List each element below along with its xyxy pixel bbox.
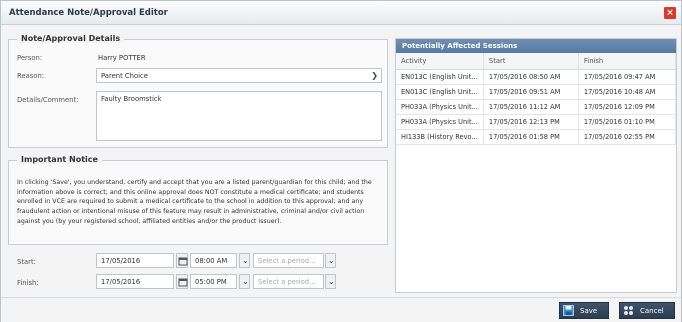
person-value: Harry POTTER: [98, 54, 146, 62]
reason-select[interactable]: Parent Choice ❯: [96, 68, 382, 83]
table-row[interactable]: EN013C (English Unit... 17/05/2016 08:50…: [396, 69, 677, 85]
activity-cell: EN013C (English Unit...: [396, 84, 484, 100]
start-period-select[interactable]: Select a period...: [253, 253, 324, 268]
note-details-legend: Note/Approval Details: [17, 34, 125, 43]
reason-label: Reason:: [17, 72, 45, 80]
start-period-placeholder: Select a period...: [258, 257, 316, 265]
start-cell: 17/05/2016 01:58 PM: [483, 129, 579, 145]
calendar-icon[interactable]: [176, 274, 188, 289]
finish-date-value: 17/05/2016: [101, 278, 141, 286]
table-row[interactable]: PH033A (Physics Unit... 17/05/2016 11:12…: [396, 99, 677, 115]
activity-cell: PH033A (Physics Unit...: [396, 99, 484, 115]
important-notice-text: In clicking 'Save', you understand, cert…: [17, 179, 372, 225]
chevron-down-icon[interactable]: ⌄: [239, 253, 250, 268]
close-icon[interactable]: ×: [664, 7, 676, 19]
table-row[interactable]: EN013C (English Unit... 17/05/2016 09:51…: [396, 84, 677, 100]
calendar-icon[interactable]: [176, 253, 188, 268]
important-notice-section: Important Notice In clicking 'Save', you…: [8, 155, 388, 245]
title-bar: Attendance Note/Approval Editor ×: [1, 1, 681, 25]
important-notice-legend: Important Notice: [17, 155, 102, 164]
activity-cell: HI133B (History Revo...: [396, 129, 484, 145]
finish-label: Finish:: [17, 279, 39, 287]
finish-cell: 17/05/2016 09:47 AM: [578, 69, 677, 85]
chevron-down-icon: ❯: [371, 71, 378, 80]
finish-cell: 17/05/2016 10:48 AM: [578, 84, 677, 100]
save-button[interactable]: Save: [559, 302, 609, 319]
activity-cell: PH033A (Physics Unit...: [396, 114, 484, 130]
chevron-down-icon[interactable]: ⌄: [325, 274, 336, 289]
details-value: Faulty Broomstick: [101, 95, 162, 103]
cancel-button[interactable]: Cancel: [619, 302, 675, 319]
column-header-start[interactable]: Start: [483, 53, 579, 70]
finish-period-select[interactable]: Select a period...: [253, 274, 324, 289]
start-time-value: 08:00 AM: [195, 257, 228, 265]
start-cell: 17/05/2016 08:50 AM: [483, 69, 579, 85]
chevron-down-icon[interactable]: ⌄: [239, 274, 250, 289]
activity-cell: EN013C (English Unit...: [396, 69, 484, 85]
cancel-button-label: Cancel: [640, 307, 664, 315]
editor-window: Attendance Note/Approval Editor × Note/A…: [0, 0, 682, 322]
save-icon: [563, 305, 574, 316]
finish-cell: 17/05/2016 02:55 PM: [578, 129, 677, 145]
affected-sessions-panel: Potentially Affected Sessions Activity S…: [395, 38, 677, 293]
cancel-icon: [624, 306, 633, 315]
save-button-label: Save: [580, 307, 598, 315]
finish-date-input[interactable]: 17/05/2016: [96, 274, 174, 289]
column-header-finish[interactable]: Finish: [578, 53, 677, 70]
details-textarea[interactable]: Faulty Broomstick: [96, 91, 382, 141]
start-cell: 17/05/2016 09:51 AM: [483, 84, 579, 100]
finish-cell: 17/05/2016 12:09 PM: [578, 99, 677, 115]
finish-time-select[interactable]: 05:00 PM: [190, 274, 237, 289]
start-time-select[interactable]: 08:00 AM: [190, 253, 237, 268]
start-cell: 17/05/2016 12:13 PM: [483, 114, 579, 130]
note-details-section: Note/Approval Details Person: Harry POTT…: [8, 34, 388, 148]
window-title: Attendance Note/Approval Editor: [9, 8, 168, 18]
reason-value: Parent Choice: [101, 72, 148, 80]
person-label: Person:: [17, 54, 43, 62]
start-label: Start:: [17, 258, 36, 266]
table-row[interactable]: HI133B (History Revo... 17/05/2016 01:58…: [396, 129, 677, 145]
details-label: Details/Comment:: [17, 96, 79, 104]
chevron-down-icon[interactable]: ⌄: [325, 253, 336, 268]
column-header-activity[interactable]: Activity: [396, 53, 484, 70]
finish-time-value: 05:00 PM: [195, 278, 227, 286]
start-date-value: 17/05/2016: [101, 257, 141, 265]
finish-cell: 17/05/2016 01:10 PM: [578, 114, 677, 130]
start-cell: 17/05/2016 11:12 AM: [483, 99, 579, 115]
button-bar: Save Cancel: [1, 297, 681, 322]
start-date-input[interactable]: 17/05/2016: [96, 253, 174, 268]
affected-sessions-title: Potentially Affected Sessions: [396, 39, 676, 53]
finish-period-placeholder: Select a period...: [258, 278, 316, 286]
sessions-table: Activity Start Finish EN013C (English Un…: [396, 53, 677, 145]
table-row[interactable]: PH033A (Physics Unit... 17/05/2016 12:13…: [396, 114, 677, 130]
